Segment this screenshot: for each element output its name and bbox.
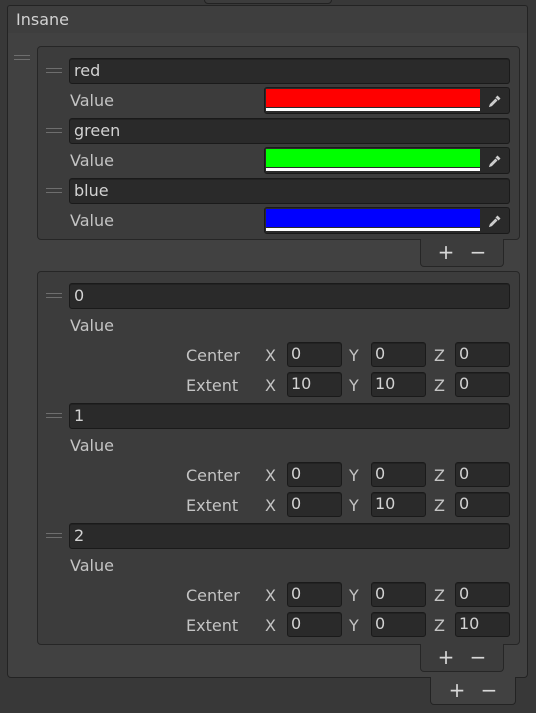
center-z-field[interactable]: 0 bbox=[455, 462, 510, 487]
value-label: Value bbox=[70, 91, 114, 110]
eyedropper-icon[interactable] bbox=[482, 89, 508, 112]
center-x-field[interactable]: 0 bbox=[287, 462, 342, 487]
add-element-button[interactable]: + bbox=[430, 644, 462, 670]
center-y-field[interactable]: 0 bbox=[371, 342, 426, 367]
extent-z-field[interactable]: 0 bbox=[455, 492, 510, 517]
eyedropper-icon[interactable] bbox=[482, 149, 508, 172]
z-axis-label[interactable]: Z bbox=[434, 586, 445, 605]
value-label: Value bbox=[70, 436, 114, 455]
alpha-bar bbox=[266, 228, 480, 231]
z-axis-label[interactable]: Z bbox=[434, 466, 445, 485]
color-field[interactable] bbox=[264, 87, 510, 114]
center-y-field[interactable]: 0 bbox=[371, 462, 426, 487]
x-axis-label[interactable]: X bbox=[265, 586, 276, 605]
extent-y-field[interactable]: 10 bbox=[371, 372, 426, 397]
value-label: Value bbox=[70, 151, 114, 170]
extent-x-field[interactable]: 0 bbox=[287, 612, 342, 637]
alpha-bar bbox=[266, 108, 480, 111]
extent-y-field[interactable]: 0 bbox=[371, 612, 426, 637]
y-axis-label[interactable]: Y bbox=[349, 346, 359, 365]
center-label: Center bbox=[186, 586, 240, 605]
extent-label: Extent bbox=[186, 616, 239, 635]
y-axis-label[interactable]: Y bbox=[349, 466, 359, 485]
drag-handle-icon[interactable] bbox=[46, 188, 62, 194]
alpha-bar bbox=[266, 168, 480, 171]
outer-list-footer: + − bbox=[430, 677, 516, 705]
extent-x-field[interactable]: 10 bbox=[287, 372, 342, 397]
drag-handle-icon[interactable] bbox=[46, 293, 62, 299]
color-element-name-field[interactable]: red bbox=[69, 58, 510, 84]
value-label: Value bbox=[70, 211, 114, 230]
extent-label: Extent bbox=[186, 376, 239, 395]
extent-z-field[interactable]: 0 bbox=[455, 372, 510, 397]
drag-handle-icon[interactable] bbox=[14, 55, 30, 61]
color-element-name-field[interactable]: green bbox=[69, 118, 510, 144]
drag-handle-icon[interactable] bbox=[46, 413, 62, 419]
remove-element-button[interactable]: − bbox=[473, 677, 505, 703]
extent-label: Extent bbox=[186, 496, 239, 515]
center-label: Center bbox=[186, 466, 240, 485]
extent-y-field[interactable]: 10 bbox=[371, 492, 426, 517]
center-z-field[interactable]: 0 bbox=[455, 582, 510, 607]
y-axis-label[interactable]: Y bbox=[349, 496, 359, 515]
bounds-element-name-field[interactable]: 2 bbox=[69, 523, 510, 549]
z-axis-label[interactable]: Z bbox=[434, 616, 445, 635]
z-axis-label[interactable]: Z bbox=[434, 346, 445, 365]
color-field[interactable] bbox=[264, 147, 510, 174]
color-element-name-field[interactable]: blue bbox=[69, 178, 510, 204]
center-z-field[interactable]: 0 bbox=[455, 342, 510, 367]
foldout-title: Insane bbox=[16, 10, 69, 29]
add-element-button[interactable]: + bbox=[430, 239, 462, 265]
extent-z-field[interactable]: 10 bbox=[455, 612, 510, 637]
x-axis-label[interactable]: X bbox=[265, 466, 276, 485]
add-element-button[interactable]: + bbox=[441, 677, 473, 703]
drag-handle-icon[interactable] bbox=[46, 128, 62, 134]
center-x-field[interactable]: 0 bbox=[287, 582, 342, 607]
color-field[interactable] bbox=[264, 207, 510, 234]
z-axis-label[interactable]: Z bbox=[434, 496, 445, 515]
remove-element-button[interactable]: − bbox=[462, 644, 494, 670]
value-label: Value bbox=[70, 316, 114, 335]
bounds-element-name-field[interactable]: 0 bbox=[69, 283, 510, 309]
bounds-list-footer: + − bbox=[420, 644, 504, 672]
center-x-field[interactable]: 0 bbox=[287, 342, 342, 367]
y-axis-label[interactable]: Y bbox=[349, 616, 359, 635]
x-axis-label[interactable]: X bbox=[265, 616, 276, 635]
drag-handle-icon[interactable] bbox=[46, 533, 62, 539]
color-list-footer: + − bbox=[420, 239, 504, 267]
x-axis-label[interactable]: X bbox=[265, 496, 276, 515]
color-swatch[interactable] bbox=[266, 89, 480, 107]
remove-element-button[interactable]: − bbox=[462, 239, 494, 265]
center-y-field[interactable]: 0 bbox=[371, 582, 426, 607]
value-label: Value bbox=[70, 556, 114, 575]
eyedropper-icon[interactable] bbox=[482, 209, 508, 232]
extent-x-field[interactable]: 0 bbox=[287, 492, 342, 517]
bounds-element-name-field[interactable]: 1 bbox=[69, 403, 510, 429]
z-axis-label[interactable]: Z bbox=[434, 376, 445, 395]
center-label: Center bbox=[186, 346, 240, 365]
previous-footer-tab bbox=[204, 0, 332, 4]
x-axis-label[interactable]: X bbox=[265, 346, 276, 365]
color-swatch[interactable] bbox=[266, 149, 480, 167]
color-swatch[interactable] bbox=[266, 209, 480, 227]
y-axis-label[interactable]: Y bbox=[349, 376, 359, 395]
y-axis-label[interactable]: Y bbox=[349, 586, 359, 605]
x-axis-label[interactable]: X bbox=[265, 376, 276, 395]
insane-foldout-header[interactable]: Insane bbox=[7, 5, 528, 34]
drag-handle-icon[interactable] bbox=[46, 68, 62, 74]
